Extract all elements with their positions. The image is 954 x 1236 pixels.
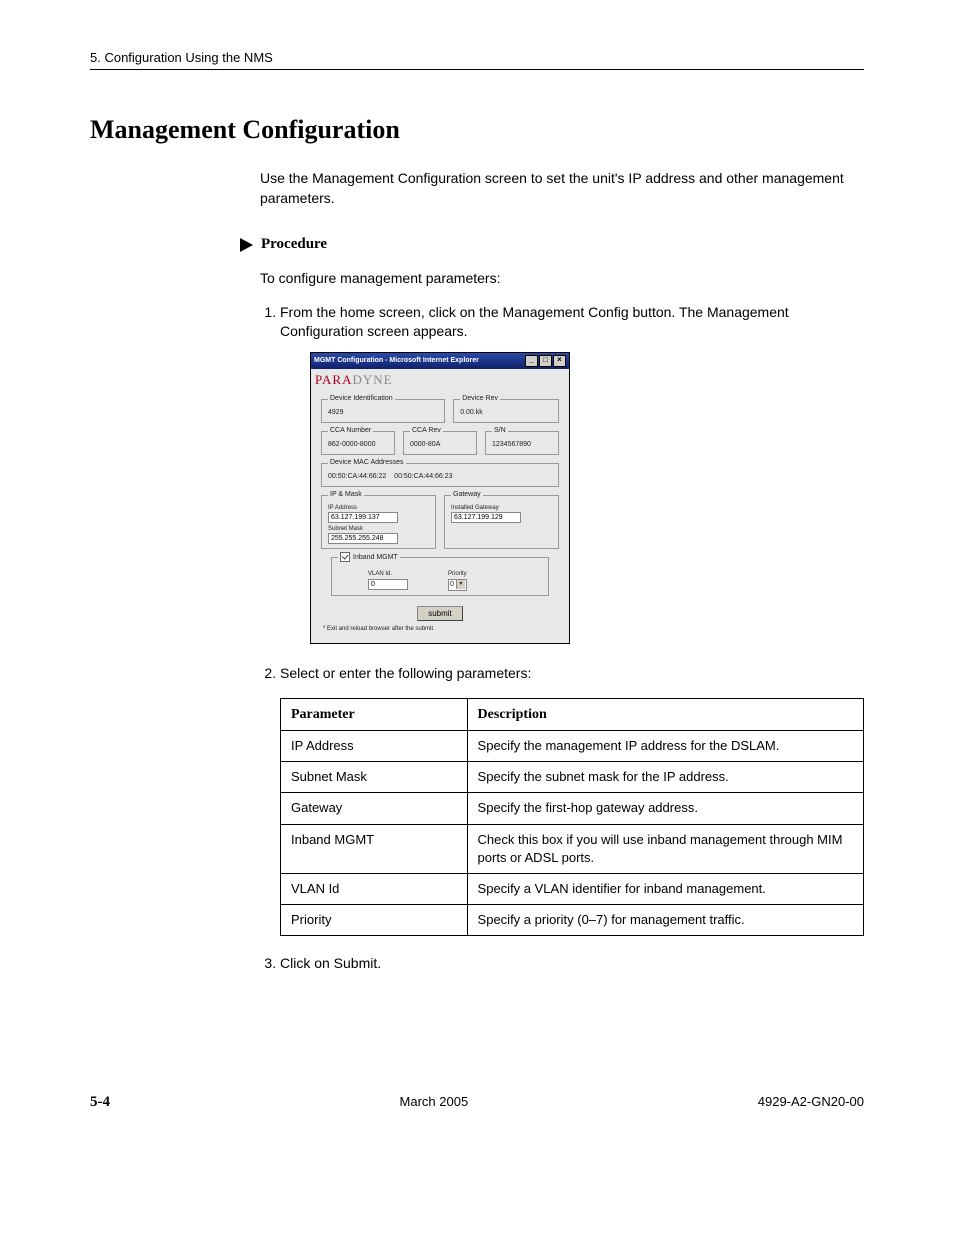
subnet-mask-label: Subnet Mask	[328, 525, 429, 533]
th-description: Description	[467, 698, 863, 731]
running-header: 5. Configuration Using the NMS	[90, 50, 864, 70]
arrow-right-icon	[240, 238, 253, 252]
inband-mgmt-checkbox[interactable]	[340, 552, 350, 562]
vlan-id-label: VLAN Id.	[368, 570, 408, 578]
inband-mgmt-group: Inband MGMT VLAN Id. Priority 0▾	[331, 557, 549, 595]
priority-label: Priority	[448, 570, 467, 578]
cca-number-label: CCA Number	[328, 426, 373, 436]
subnet-mask-input[interactable]	[328, 533, 398, 544]
inband-mgmt-legend: Inband MGMT	[338, 552, 400, 563]
ip-mask-group: IP & Mask IP Address Subnet Mask	[321, 495, 436, 550]
parameter-table: Parameter Description IP AddressSpecify …	[280, 698, 864, 937]
device-rev-label: Device Rev	[460, 394, 500, 404]
window-title: MGMT Configuration - Microsoft Internet …	[314, 356, 479, 366]
mac-label: Device MAC Addresses	[328, 458, 406, 468]
submit-note: * Exit and reload browser after the subm…	[323, 625, 561, 633]
footer-date: March 2005	[400, 1094, 469, 1111]
vlan-col: VLAN Id.	[368, 568, 408, 590]
sn-value: 1234567890	[492, 440, 552, 450]
step-2: Select or enter the following parameters…	[280, 664, 864, 937]
device-id-value: 4929	[328, 408, 438, 418]
ip-address-input[interactable]	[328, 512, 398, 523]
maximize-icon[interactable]: □	[539, 355, 552, 367]
priority-select[interactable]: 0▾	[448, 579, 467, 591]
device-rev-group: Device Rev 0.00.kk	[453, 399, 559, 423]
window-titlebar: MGMT Configuration - Microsoft Internet …	[311, 353, 569, 369]
cca-rev-value: 0000-80A	[410, 440, 470, 450]
brand-logo: PARADYNE	[311, 369, 569, 395]
chapter-label: 5. Configuration Using the NMS	[90, 50, 273, 65]
step-1: From the home screen, click on the Manag…	[280, 303, 864, 644]
vlan-id-input[interactable]	[368, 579, 408, 590]
sn-label: S/N	[492, 426, 508, 436]
cca-number-group: CCA Number 862-0000-8000	[321, 431, 395, 455]
window-buttons: _ □ ×	[525, 355, 566, 367]
ip-mask-label: IP & Mask	[328, 490, 364, 500]
procedure-heading: Procedure	[240, 236, 864, 253]
device-id-label: Device Identification	[328, 394, 395, 404]
step-2-text: Select or enter the following parameters…	[280, 665, 531, 681]
mgmt-config-window: MGMT Configuration - Microsoft Internet …	[310, 352, 570, 644]
cca-number-value: 862-0000-8000	[328, 440, 388, 450]
sn-group: S/N 1234567890	[485, 431, 559, 455]
table-row: Inband MGMTCheck this box if you will us…	[281, 824, 864, 873]
table-row: IP AddressSpecify the management IP addr…	[281, 731, 864, 762]
close-icon[interactable]: ×	[553, 355, 566, 367]
gateway-label: Gateway	[451, 490, 483, 500]
chevron-down-icon: ▾	[456, 580, 465, 588]
page-number: 5-4	[90, 1094, 110, 1111]
submit-button[interactable]: submit	[417, 606, 463, 621]
cca-rev-group: CCA Rev 0000-80A	[403, 431, 477, 455]
installed-gateway-label: Installed Gateway	[451, 504, 552, 512]
installed-gateway-input[interactable]	[451, 512, 521, 523]
doc-number: 4929-A2-GN20-00	[758, 1094, 864, 1111]
table-row: GatewaySpecify the first-hop gateway add…	[281, 793, 864, 824]
page-title: Management Configuration	[90, 115, 864, 145]
intro-text: Use the Management Configuration screen …	[260, 169, 864, 208]
mac-values: 00:50:CA:44:66:22 00:50:CA:44:66:23	[328, 472, 552, 482]
page-footer: 5-4 March 2005 4929-A2-GN20-00	[90, 1094, 864, 1111]
ip-address-label: IP Address	[328, 504, 429, 512]
device-id-group: Device Identification 4929	[321, 399, 445, 423]
gateway-group: Gateway Installed Gateway	[444, 495, 559, 550]
th-parameter: Parameter	[281, 698, 468, 731]
procedure-intro: To configure management parameters:	[260, 269, 864, 289]
device-rev-value: 0.00.kk	[460, 408, 552, 418]
step-3: Click on Submit.	[280, 954, 864, 974]
table-row: VLAN IdSpecify a VLAN identifier for inb…	[281, 874, 864, 905]
mac-group: Device MAC Addresses 00:50:CA:44:66:22 0…	[321, 463, 559, 487]
cca-rev-label: CCA Rev	[410, 426, 443, 436]
table-row: PrioritySpecify a priority (0–7) for man…	[281, 905, 864, 936]
priority-col: Priority 0▾	[448, 568, 467, 590]
procedure-label: Procedure	[261, 236, 327, 253]
step-1-text: From the home screen, click on the Manag…	[280, 304, 789, 340]
table-row: Subnet MaskSpecify the subnet mask for t…	[281, 762, 864, 793]
procedure-steps: From the home screen, click on the Manag…	[260, 303, 864, 974]
minimize-icon[interactable]: _	[525, 355, 538, 367]
